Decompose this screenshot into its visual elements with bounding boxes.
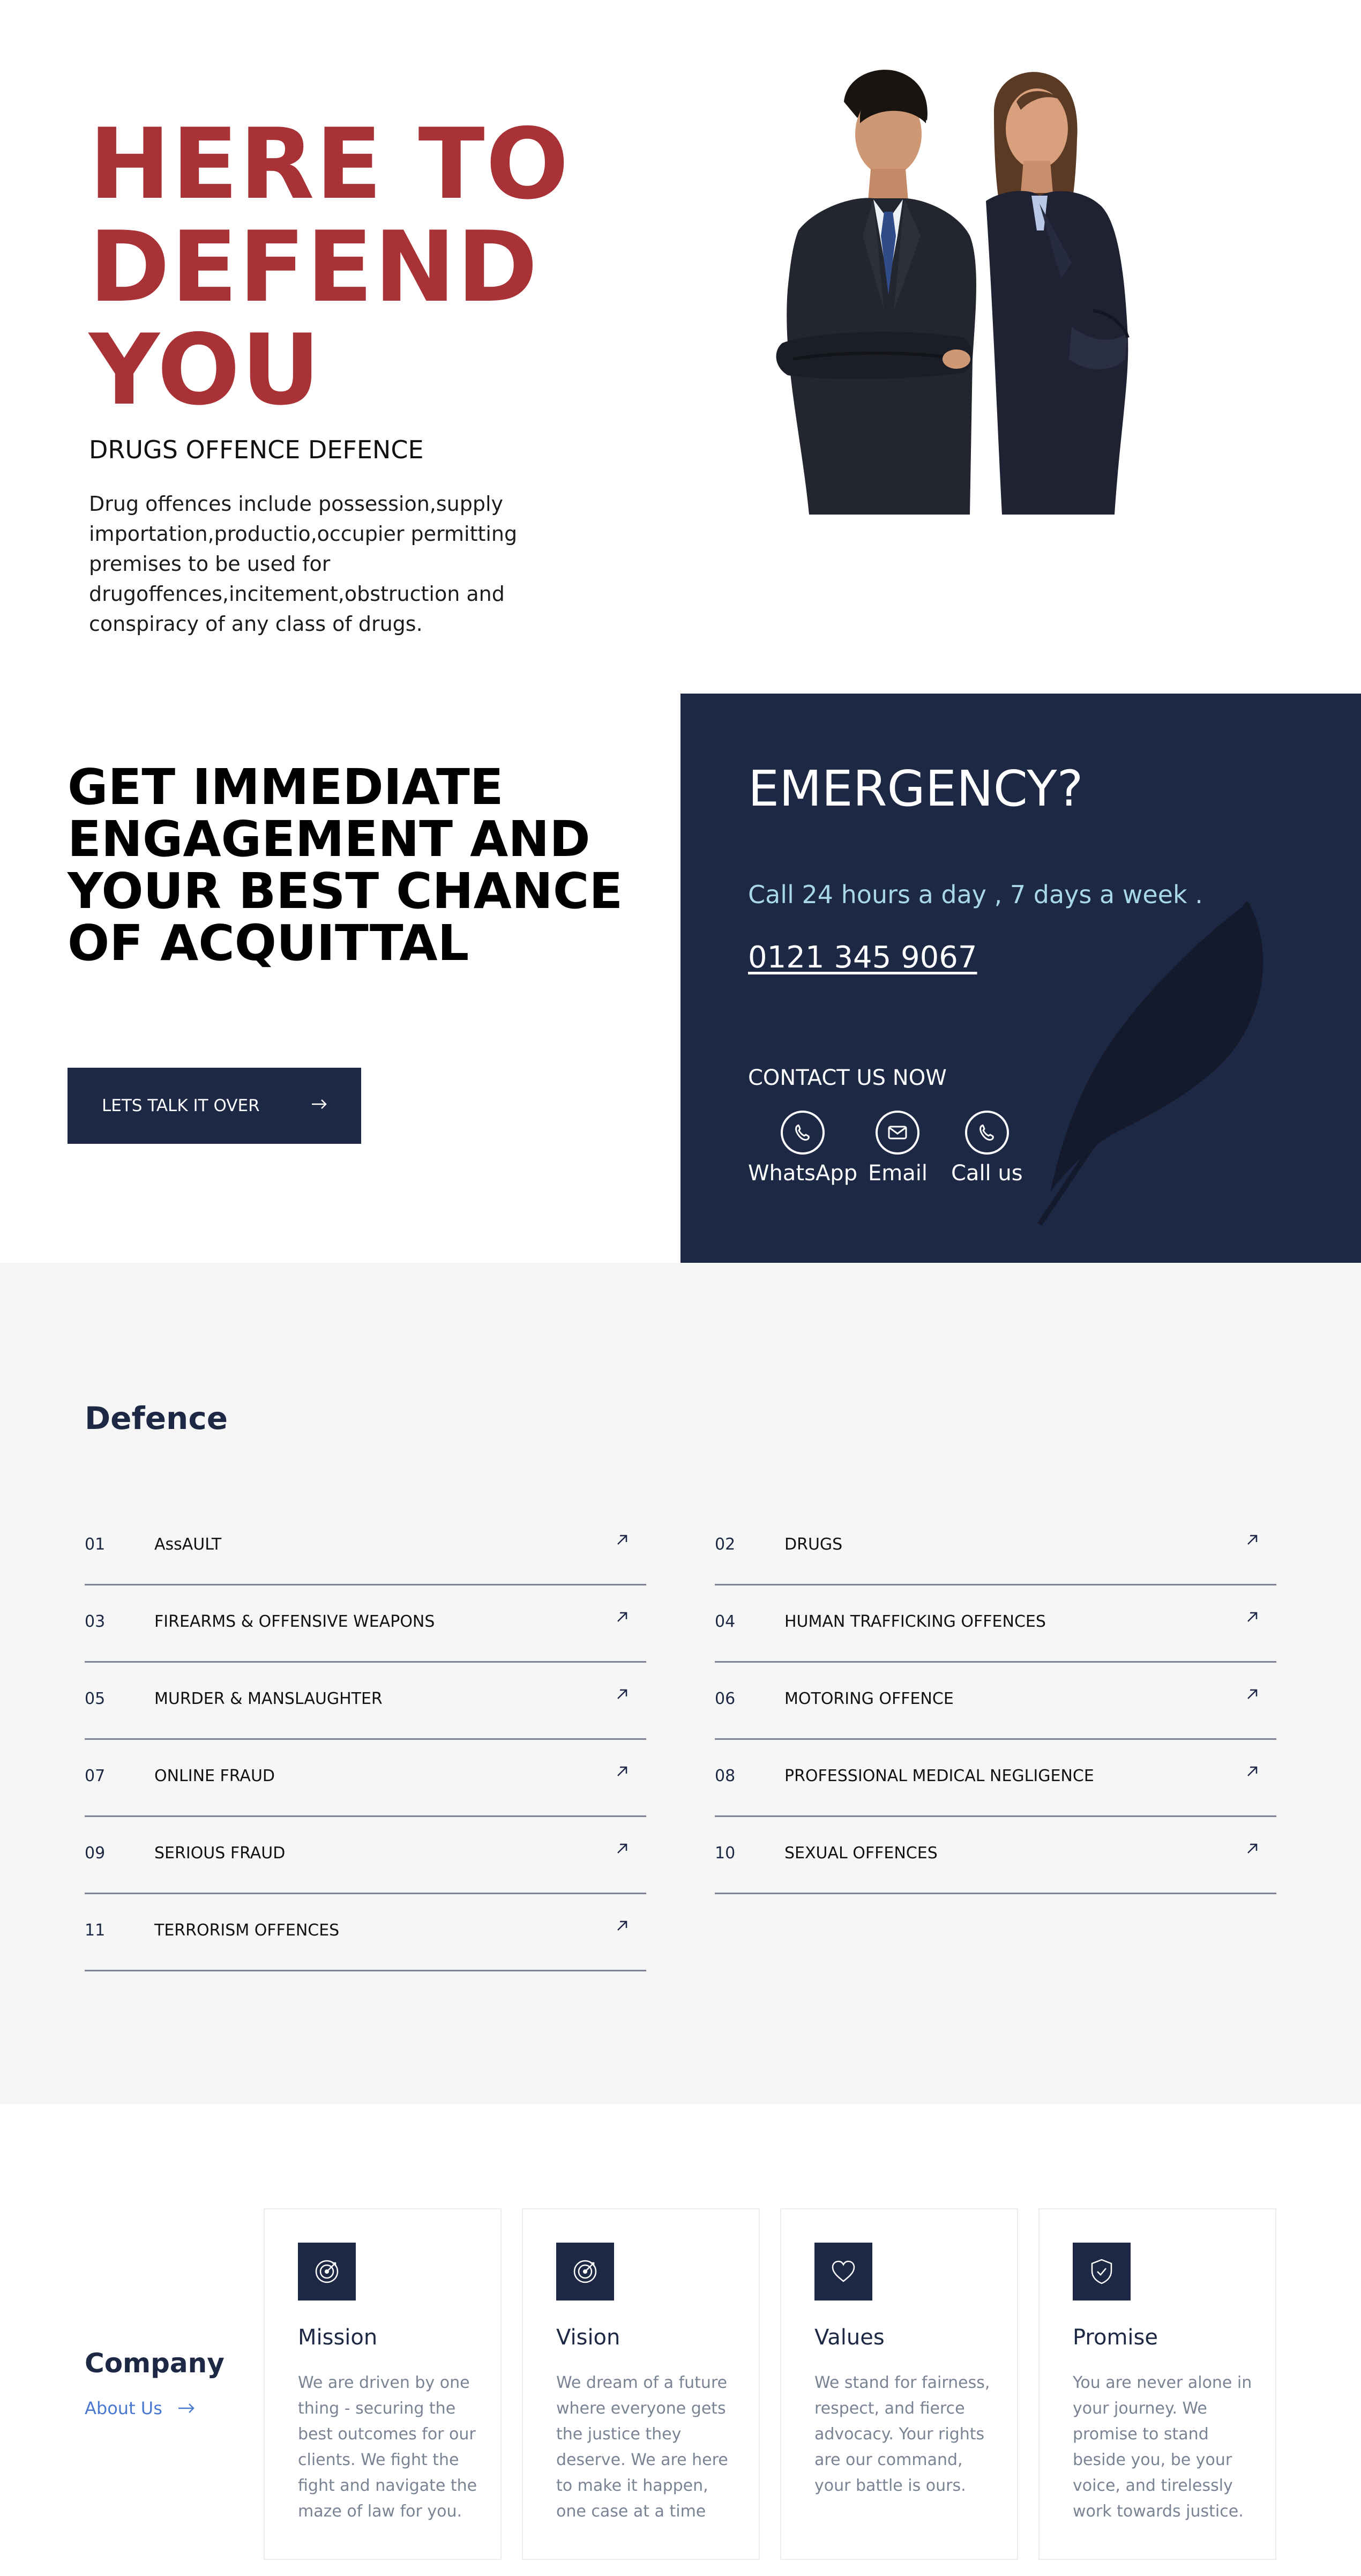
hero-description: Drug offences include possession,supply … [89, 492, 518, 636]
contact-whatsapp-label: WhatsApp [748, 1161, 858, 1186]
company-card-values: Values We stand for fairness, respect, a… [780, 2208, 1018, 2560]
defence-item-number: 11 [85, 1921, 106, 1940]
defence-item-number: 01 [85, 1535, 106, 1554]
card-text: We are driven by one thing - securing th… [298, 2373, 477, 2521]
arrow-up-right-icon [617, 1920, 627, 1931]
company-section: Company About Us Mission We are driven b… [0, 2104, 1361, 2576]
defence-item-number: 06 [715, 1689, 736, 1708]
arrow-up-right-icon [1247, 1689, 1258, 1699]
defence-item[interactable]: 01 AssAULT [85, 1508, 646, 1585]
defence-item[interactable]: 09 SERIOUS FRAUD [85, 1817, 646, 1894]
emergency-hours: Call 24 hours a day , 7 days a week . [748, 880, 1203, 909]
defence-item[interactable]: 03 FIREARMS & OFFENSIVE WEAPONS [85, 1585, 646, 1663]
defence-item-label: PROFESSIONAL MEDICAL NEGLIGENCE [784, 1767, 1094, 1785]
defence-item-label: ONLINE FRAUD [154, 1767, 275, 1785]
emergency-phone-link[interactable]: 0121 345 9067 [748, 940, 977, 975]
target-icon [556, 2243, 614, 2300]
arrow-up-right-icon [1247, 1843, 1258, 1853]
defence-title: Defence [85, 1400, 228, 1436]
contact-email-label: Email [868, 1161, 928, 1186]
contact-heading: CONTACT US NOW [748, 1066, 947, 1090]
company-card-vision: Vision We dream of a future where everyo… [522, 2208, 760, 2560]
defence-item-number: 05 [85, 1689, 106, 1708]
feather-icon [1037, 901, 1263, 1226]
company-card-promise: Promise You are never alone in your jour… [1038, 2208, 1276, 2560]
arrow-right-icon [178, 2403, 195, 2413]
contact-call-label: Call us [951, 1161, 1023, 1186]
lets-talk-label: LETS TALK IT OVER [102, 1096, 260, 1115]
arrow-up-right-icon [617, 1612, 627, 1622]
company-title: Company [85, 2348, 225, 2379]
contact-call[interactable]: Call us [951, 1111, 1023, 1186]
arrow-up-right-icon [617, 1766, 627, 1776]
arrow-up-right-icon [617, 1689, 627, 1699]
card-title: Promise [1073, 2325, 1158, 2350]
defence-item[interactable]: 04 HUMAN TRAFFICKING OFFENCES [715, 1585, 1276, 1663]
hero-section: HERE TO DEFEND YOU DRUGS OFFENCE DEFENCE… [0, 0, 1361, 694]
target-icon [298, 2243, 356, 2300]
emergency-title: EMERGENCY? [748, 760, 1083, 817]
defence-item[interactable]: 08 PROFESSIONAL MEDICAL NEGLIGENCE [715, 1740, 1276, 1817]
engagement-section: GET IMMEDIATE ENGAGEMENT AND YOUR BEST C… [0, 694, 680, 1263]
defence-section: Defence 01 AssAULT 02 DRUGS 03 FIREARMS … [0, 1263, 1361, 2104]
defence-item[interactable]: 10 SEXUAL OFFENCES [715, 1817, 1276, 1894]
defence-item-label: HUMAN TRAFFICKING OFFENCES [784, 1612, 1046, 1631]
arrow-up-right-icon [1247, 1535, 1258, 1545]
defence-item-number: 08 [715, 1767, 736, 1785]
defence-item[interactable]: 02 DRUGS [715, 1508, 1276, 1585]
whatsapp-icon [781, 1111, 825, 1155]
contact-whatsapp[interactable]: WhatsApp [748, 1111, 857, 1186]
defence-item-label: AssAULT [154, 1535, 222, 1554]
defence-item-number: 09 [85, 1844, 106, 1863]
defence-item[interactable]: 07 ONLINE FRAUD [85, 1740, 646, 1817]
defence-item-label: TERRORISM OFFENCES [154, 1921, 340, 1940]
arrow-up-right-icon [1247, 1612, 1258, 1622]
card-title: Vision [556, 2325, 620, 2350]
emergency-panel: EMERGENCY? Call 24 hours a day , 7 days … [680, 694, 1361, 1263]
defence-item[interactable]: 05 MURDER & MANSLAUGHTER [85, 1663, 646, 1740]
defence-item-number: 07 [85, 1767, 106, 1785]
defence-item-label: DRUGS [784, 1535, 843, 1554]
defence-item-label: FIREARMS & OFFENSIVE WEAPONS [154, 1612, 435, 1631]
card-text: You are never alone in your journey. We … [1073, 2373, 1252, 2521]
arrow-up-right-icon [617, 1843, 627, 1853]
arrow-up-right-icon [1247, 1766, 1258, 1776]
engagement-title: GET IMMEDIATE ENGAGEMENT AND YOUR BEST C… [68, 758, 623, 972]
defence-item[interactable]: 06 MOTORING OFFENCE [715, 1663, 1276, 1740]
defence-item-number: 10 [715, 1844, 736, 1863]
defence-item[interactable]: 11 TERRORISM OFFENCES [85, 1894, 646, 1971]
defence-item-label: MURDER & MANSLAUGHTER [154, 1689, 383, 1708]
about-us-link[interactable]: About Us [85, 2398, 196, 2418]
lets-talk-button[interactable]: LETS TALK IT OVER [68, 1068, 361, 1144]
defence-item-label: MOTORING OFFENCE [784, 1689, 954, 1708]
defence-item-number: 02 [715, 1535, 736, 1554]
hero-title: HERE TO DEFEND YOU [89, 107, 570, 427]
company-card-mission: Mission We are driven by one thing - sec… [264, 2208, 502, 2560]
defence-item-number: 04 [715, 1612, 736, 1631]
defence-item-number: 03 [85, 1612, 106, 1631]
lawyers-photo [776, 70, 1130, 515]
arrow-right-icon [312, 1099, 327, 1109]
phone-icon [964, 1111, 1009, 1155]
card-text: We stand for fairness, respect, and fier… [814, 2373, 990, 2495]
hero-subtitle: DRUGS OFFENCE DEFENCE [89, 435, 424, 464]
shield-check-icon [1073, 2243, 1131, 2300]
about-us-label: About Us [85, 2398, 162, 2418]
contact-email[interactable]: Email [868, 1111, 928, 1186]
heart-icon [814, 2243, 872, 2300]
card-text: We dream of a future where everyone gets… [556, 2373, 728, 2521]
defence-item-label: SEXUAL OFFENCES [784, 1844, 938, 1863]
card-title: Mission [298, 2325, 378, 2350]
email-icon [876, 1111, 920, 1155]
arrow-up-right-icon [617, 1535, 627, 1545]
card-title: Values [814, 2325, 885, 2350]
defence-item-label: SERIOUS FRAUD [154, 1844, 286, 1863]
